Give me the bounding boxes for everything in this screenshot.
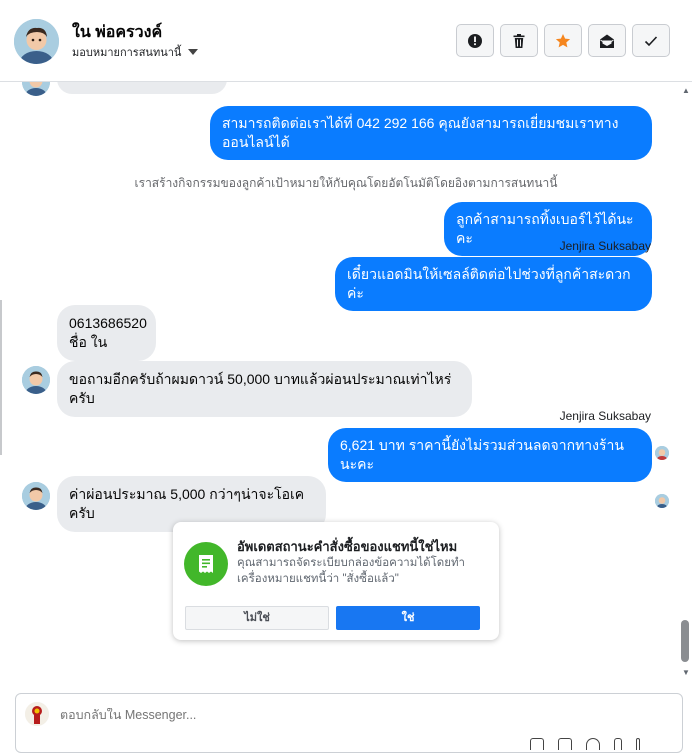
message-text-line: ชื่อ ใน xyxy=(69,334,108,350)
message-text-line: 0613686520 xyxy=(69,315,147,331)
report-button[interactable] xyxy=(456,24,494,57)
contact-avatar-small xyxy=(22,482,50,510)
order-status-card: อัพเดตสถานะคำสั่งซื้อของแชทนี้ใช่ไหม คุณ… xyxy=(173,522,499,640)
card-yes-button[interactable]: ใช่ xyxy=(336,606,480,630)
page-avatar xyxy=(25,702,49,726)
sender-name: Jenjira Suksabay xyxy=(559,239,651,253)
message-bubble-incoming[interactable]: 0613686520 ชื่อ ใน xyxy=(57,305,156,361)
contact-name[interactable]: ใน พ่อครวงค์ xyxy=(72,20,162,45)
assign-conversation-dropdown[interactable]: มอบหมายการสนทนานี้ xyxy=(72,43,199,61)
image-icon[interactable] xyxy=(558,738,572,750)
scroll-down-arrow-icon[interactable]: ▼ xyxy=(682,668,690,677)
composer-tools xyxy=(530,738,640,750)
card-title: อัพเดตสถานะคำสั่งซื้อของแชทนี้ใช่ไหม xyxy=(237,539,458,554)
report-icon xyxy=(468,33,482,48)
order-receipt-icon xyxy=(184,542,228,586)
currency-icon[interactable] xyxy=(614,738,622,750)
contact-avatar-small xyxy=(22,366,50,394)
contact-avatar-small xyxy=(22,82,50,96)
delete-button[interactable] xyxy=(500,24,538,57)
seen-avatar xyxy=(655,446,669,460)
scrollbar-thumb[interactable] xyxy=(681,620,689,662)
mark-done-button[interactable] xyxy=(632,24,670,57)
caret-down-icon xyxy=(188,49,199,55)
panel-divider xyxy=(0,300,2,455)
more-icon[interactable] xyxy=(636,738,640,750)
message-text: ค่าผ่อนประมาณ 5,000 กว่าๆน่าจะโอเคครับ xyxy=(69,486,305,521)
mark-unread-icon xyxy=(600,34,614,48)
message-bubble-incoming[interactable]: ขอถามอีกครับถ้าผมดาวน์ 50,000 บาทแล้วผ่อ… xyxy=(57,361,472,417)
message-text: ขอถามอีกครับถ้าผมดาวน์ 50,000 บาทแล้วผ่อ… xyxy=(69,371,452,406)
message-text-line: สามารถติดต่อเราได้ที่ 042 292 166 คุณยัง… xyxy=(222,115,619,131)
mark-unread-button[interactable] xyxy=(588,24,626,57)
message-bubble-incoming-truncated xyxy=(57,82,227,94)
scroll-up-arrow-icon[interactable]: ▲ xyxy=(682,86,690,95)
assign-label: มอบหมายการสนทนานี้ xyxy=(72,47,182,59)
attach-icon[interactable] xyxy=(530,738,544,750)
card-description: คุณสามารถจัดระเบียบกล่องข้อความได้โดยทำเ… xyxy=(237,557,466,585)
message-bubble-outgoing[interactable]: เดี๋ยวแอดมินให้เซลล์ติดต่อไปช่วงที่ลูกค้… xyxy=(335,257,652,311)
checkmark-icon xyxy=(644,35,658,46)
reply-composer xyxy=(15,693,683,753)
contact-avatar[interactable] xyxy=(14,19,59,64)
star-button[interactable] xyxy=(544,24,582,57)
trash-icon xyxy=(513,33,525,48)
message-thread[interactable]: สามารถติดต่อเราได้ที่ 042 292 166 คุณยัง… xyxy=(0,82,692,682)
message-text: 6,621 บาท ราคานี้ยังไม่รวมส่วนลดจากทางร้… xyxy=(340,437,624,472)
conversation-header: ใน พ่อครวงค์ มอบหมายการสนทนานี้ xyxy=(0,0,692,82)
message-bubble-outgoing[interactable]: 6,621 บาท ราคานี้ยังไม่รวมส่วนลดจากทางร้… xyxy=(328,428,652,482)
reply-input[interactable] xyxy=(60,708,460,722)
emoji-icon[interactable] xyxy=(586,738,600,750)
header-actions xyxy=(456,24,670,57)
seen-avatar xyxy=(655,494,669,508)
sender-name: Jenjira Suksabay xyxy=(559,409,651,423)
system-notice: เราสร้างกิจกรรมของลูกค้าเป้าหมายให้กับคุ… xyxy=(134,176,558,190)
message-bubble-outgoing[interactable]: สามารถติดต่อเราได้ที่ 042 292 166 คุณยัง… xyxy=(210,106,652,160)
message-text: เดี๋ยวแอดมินให้เซลล์ติดต่อไปช่วงที่ลูกค้… xyxy=(347,266,631,301)
card-no-button[interactable]: ไม่ใช่ xyxy=(185,606,329,630)
star-icon xyxy=(555,33,571,47)
message-text-line: ออนไลน์ได้ xyxy=(222,134,290,150)
